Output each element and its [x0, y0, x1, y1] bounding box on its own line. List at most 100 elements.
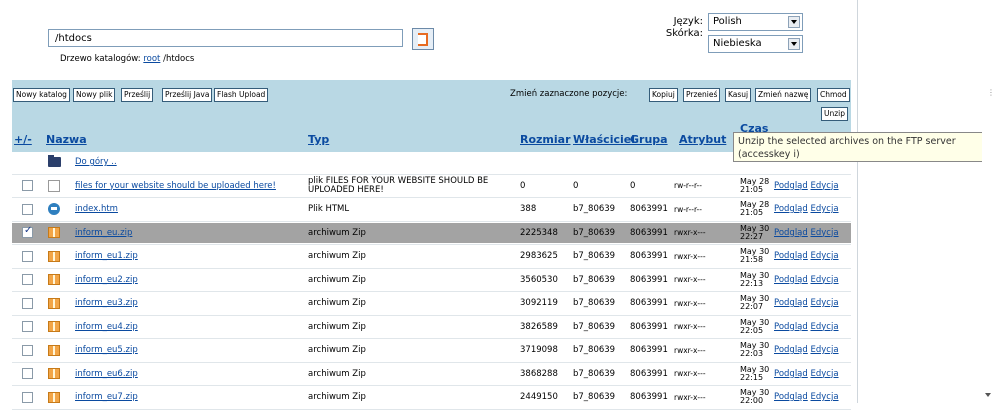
toolbar-button-flash-upload[interactable]: Flash Upload — [214, 88, 269, 102]
row-checkbox[interactable] — [22, 250, 33, 262]
row-type: plik FILES FOR YOUR WEBSITE SHOULD BE UP… — [308, 175, 489, 195]
directory-path-input[interactable]: /htdocs — [48, 29, 403, 47]
view-link[interactable]: Podgląd — [774, 204, 808, 214]
table-row[interactable]: inform_eu5.zip archiwum Zip 3719098 b7_8063… — [12, 340, 851, 360]
row-date-cell: May 28 21:05 — [740, 199, 769, 219]
column-size[interactable]: Rozmiar — [520, 133, 571, 146]
file-name-link[interactable]: index.htm — [75, 204, 118, 214]
table-row[interactable]: index.htm Plik HTML 388 b7_80639 8063991 rw-r… — [12, 199, 851, 219]
file-name-link[interactable]: Do góry .. — [75, 157, 117, 167]
edit-link[interactable]: Edycja — [810, 392, 838, 402]
row-size: 3868288 — [520, 368, 558, 379]
edit-link[interactable]: Edycja — [810, 181, 838, 191]
row-attributes: rw-r--r-- — [674, 181, 702, 190]
view-link[interactable]: Podgląd — [774, 322, 808, 332]
row-actions-cell: Podgląd Edycja — [774, 176, 839, 196]
toolbar-button-prześlij[interactable]: Prześlij — [121, 88, 154, 102]
toolbar-button-kopiuj[interactable]: Kopiuj — [649, 88, 678, 102]
view-link[interactable]: Podgląd — [774, 181, 808, 191]
edit-link[interactable]: Edycja — [810, 298, 838, 308]
file-name-link[interactable]: inform_eu3.zip — [75, 298, 138, 308]
row-checkbox[interactable] — [22, 391, 33, 403]
edit-link[interactable]: Edycja — [810, 275, 838, 285]
view-link[interactable]: Podgląd — [774, 369, 808, 379]
row-date-cell: May 28 21:05 — [740, 176, 769, 196]
row-type: archiwum Zip — [308, 274, 366, 285]
row-group: 8063991 — [630, 298, 668, 308]
row-checkbox[interactable] — [22, 274, 33, 285]
toolbar-button-kasuj[interactable]: Kasuj — [725, 88, 752, 102]
table-row[interactable]: inform_eu7.zip archiwum Zip 2449150 b7_8063… — [12, 387, 851, 407]
row-checkbox[interactable] — [22, 297, 33, 309]
language-select[interactable]: Polish — [708, 13, 803, 31]
file-name-link[interactable]: inform_eu1.zip — [75, 251, 138, 261]
view-link[interactable]: Podgląd — [774, 392, 808, 402]
row-checkbox[interactable] — [22, 225, 33, 238]
column-name[interactable]: Nazwa — [46, 133, 87, 146]
view-link[interactable]: Podgląd — [774, 345, 808, 355]
row-checkbox-cell — [22, 317, 33, 337]
edit-link[interactable]: Edycja — [810, 345, 838, 355]
edit-link[interactable]: Edycja — [810, 228, 838, 238]
row-type: archiwum Zip — [308, 321, 366, 332]
file-name-link[interactable]: inform_eu.zip — [75, 228, 132, 238]
edit-link[interactable]: Edycja — [810, 251, 838, 261]
view-link[interactable]: Podgląd — [774, 251, 808, 261]
skin-select[interactable]: Niebieska — [708, 35, 803, 53]
row-group: 8063991 — [630, 392, 668, 402]
view-link[interactable]: Podgląd — [774, 228, 808, 238]
row-divider — [12, 291, 851, 292]
toolbar-button-przenieś[interactable]: Przenieś — [683, 88, 721, 102]
row-name-cell: inform_eu2.zip — [75, 270, 138, 290]
table-row[interactable]: Do góry .. — [12, 152, 851, 172]
file-name-link[interactable]: inform_eu2.zip — [75, 275, 138, 285]
row-divider — [12, 385, 851, 386]
row-date-cell: May 30 22:07 — [740, 293, 769, 313]
vertical-scrollbar[interactable] — [982, 0, 994, 403]
column-group[interactable]: Grupa — [630, 133, 668, 146]
row-checkbox[interactable] — [22, 321, 33, 332]
table-row[interactable]: inform_eu2.zip archiwum Zip 3560530 b7_8063… — [12, 270, 851, 290]
toolbar-button-prześlij-java[interactable]: Prześlij Java — [162, 88, 213, 102]
row-divider — [12, 197, 851, 198]
file-name-link[interactable]: inform_eu4.zip — [75, 322, 138, 332]
edit-link[interactable]: Edycja — [810, 369, 838, 379]
row-checkbox[interactable] — [22, 203, 33, 215]
table-row[interactable]: inform_eu3.zip archiwum Zip 3092119 b7_8063… — [12, 293, 851, 313]
row-actions-cell: Podgląd Edycja — [774, 223, 839, 243]
file-name-link[interactable]: inform_eu7.zip — [75, 392, 138, 402]
table-row[interactable]: inform_eu.zip archiwum Zip 2225348 b7_80639… — [12, 222, 851, 243]
file-name-link[interactable]: inform_eu6.zip — [75, 369, 138, 379]
go-to-directory-button[interactable] — [412, 28, 434, 50]
edit-link[interactable]: Edycja — [810, 204, 838, 214]
table-row[interactable]: inform_eu4.zip archiwum Zip 3826589 b7_8063… — [12, 317, 851, 337]
toolbar-button-nowy-katalog[interactable]: Nowy katalog — [13, 88, 70, 102]
view-link[interactable]: Podgląd — [774, 298, 808, 308]
row-divider — [12, 267, 851, 269]
toolbar-button-nowy-plik[interactable]: Nowy plik — [73, 88, 116, 102]
table-row[interactable]: files for your website should be uploade… — [12, 176, 851, 196]
row-checkbox[interactable] — [22, 180, 33, 191]
column-owner[interactable]: Właściciel — [573, 133, 635, 146]
file-name-link[interactable]: inform_eu5.zip — [75, 345, 138, 355]
file-name-link[interactable]: files for your website should be uploade… — [75, 181, 276, 191]
toggle-all-column[interactable]: +/- — [14, 133, 32, 146]
column-attributes[interactable]: Atrybut — [679, 133, 726, 146]
view-link[interactable]: Podgląd — [774, 275, 808, 285]
row-date-time: 22:15 — [740, 372, 764, 382]
directory-tree-breadcrumb: Drzewo katalogów: root /htdocs — [60, 54, 194, 64]
row-checkbox[interactable] — [22, 368, 33, 379]
toolbar-button-zmień-nazwę[interactable]: Zmień nazwę — [755, 88, 812, 102]
edit-link[interactable]: Edycja — [810, 322, 838, 332]
scroll-down-arrow-icon[interactable] — [985, 393, 991, 397]
table-row[interactable]: inform_eu6.zip archiwum Zip 3868288 b7_8063… — [12, 364, 851, 384]
column-type[interactable]: Typ — [308, 133, 329, 146]
scrollbar-grip-icon[interactable]: ⋮ — [987, 88, 994, 97]
row-checkbox[interactable] — [22, 344, 33, 356]
toolbar-button-chmod[interactable]: Chmod — [817, 88, 850, 102]
row-date-time: 22:05 — [740, 325, 764, 335]
tree-root-link[interactable]: root — [143, 54, 160, 64]
unzip-button[interactable]: Unzip — [821, 107, 849, 121]
row-date: May 28 21:05 — [740, 177, 769, 194]
table-row[interactable]: inform_eu1.zip archiwum Zip 2983625 b7_8063… — [12, 246, 851, 266]
